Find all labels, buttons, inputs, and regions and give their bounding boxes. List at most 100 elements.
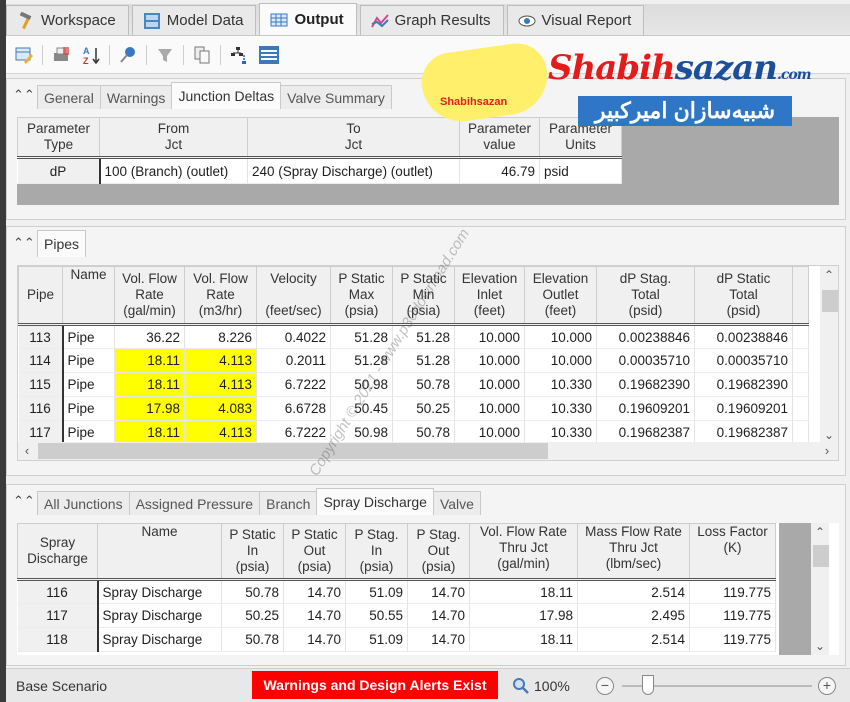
spray-vertical-scrollbar[interactable]: ⌃ ⌄ [811,523,829,655]
col-header[interactable]: Vol. Flow Rate (gal/min) [114,266,185,325]
magnifier-icon [513,678,529,694]
col-header[interactable]: P Stag. Out (psia) [407,523,470,580]
filter-button[interactable] [153,43,177,67]
col-header[interactable]: Mass Flow Rate Thru Jct (lbm/sec) [577,523,690,580]
table-row[interactable]: dP 100 (Branch) (outlet) 240 (Spray Disc… [17,157,622,184]
cell-ps-in: 50.25 [221,603,284,628]
col-header[interactable]: Pipe [18,266,63,325]
copy-button[interactable] [190,43,214,67]
table-row[interactable]: 114 Pipe 18.11 4.113 0.2011 51.28 51.28 10.000 1… [18,348,809,373]
cell-ps-max: 50.98 [330,372,393,397]
cell-elev-in: 10.000 [454,372,525,397]
col-header[interactable]: P Static Max (psia) [330,266,393,325]
cell-ps-min: 50.78 [392,420,455,445]
cell-ps-min: 51.28 [392,324,455,349]
pipes-panel: ⌃⌃ Pipes Pipe Name Vol. Flow Rate (gal/min) V… [6,226,846,476]
hierarchy-icon [231,46,246,64]
tab-output[interactable]: Output [259,3,357,35]
table-row[interactable]: 117 Pipe 18.11 4.113 6.7222 50.98 50.78 10.000 1… [18,420,809,445]
table-row[interactable]: 118 Spray Discharge 50.78 14.70 51.09 14.70 18… [17,627,776,652]
col-header[interactable]: dP Static Total (psid) [694,266,793,325]
scenario-label[interactable]: Base Scenario [16,678,107,694]
scroll-thumb[interactable] [822,290,838,312]
toolbar-separator [183,44,184,65]
col-header[interactable]: P Static In (psia) [221,523,284,580]
tab-workspace[interactable]: Workspace [6,5,129,35]
scroll-right-icon[interactable]: › [818,442,836,460]
cell-name: Spray Discharge [97,627,222,652]
cell-elev-out: 10.330 [524,420,597,445]
subtab-branch[interactable]: Branch [259,491,318,515]
print-button[interactable] [49,43,73,67]
col-header[interactable]: P Stag. In (psia) [345,523,408,580]
subtab-warnings[interactable]: Warnings [99,85,173,109]
table-row[interactable]: 115 Pipe 18.11 4.113 6.7222 50.98 50.78 10.000 1… [18,372,809,397]
col-header[interactable]: Name [97,523,222,580]
tab-visual-report[interactable]: Visual Report [506,5,645,35]
toolbar-separator [146,44,147,65]
sort-button[interactable]: AZ [79,43,103,67]
tab-model-data[interactable]: Model Data [131,5,257,35]
col-header[interactable]: Vol. Flow Rate (m3/hr) [184,266,257,325]
grid-empty-area [779,523,811,655]
scroll-thumb[interactable] [38,443,548,459]
table-row[interactable]: 116 Pipe 17.98 4.083 6.6728 50.45 50.25 10.000 1… [18,396,809,421]
scroll-up-icon[interactable]: ⌃ [811,523,829,541]
col-header[interactable]: Name [62,266,115,325]
scroll-left-icon[interactable]: ‹ [18,442,36,460]
col-header[interactable]: Spray Discharge [17,523,98,580]
zoom-in-button[interactable]: + [818,677,836,695]
hierarchy-button[interactable] [227,43,251,67]
col-header[interactable]: To Jct [247,117,460,158]
cell-ps-max: 50.45 [330,396,393,421]
zoom-slider-thumb[interactable] [642,675,654,695]
col-header[interactable]: Parameter value [459,117,540,158]
col-header[interactable]: P Static Min (psia) [392,266,455,325]
edit-output-button[interactable] [12,43,36,67]
table-row[interactable]: 116 Spray Discharge 50.78 14.70 51.09 14.70 18… [17,579,776,604]
row-header: 116 [17,579,99,604]
col-header[interactable]: Elevation Inlet (feet) [454,266,525,325]
table-row[interactable]: 113 Pipe 36.22 8.226 0.4022 51.28 51.28 10.000 1… [18,324,809,349]
scroll-up-icon[interactable]: ⌃ [820,266,838,284]
zoom-out-button[interactable]: − [596,677,614,695]
subtab-assigned-pressure[interactable]: Assigned Pressure [128,491,261,515]
subtab-general[interactable]: General [37,85,101,109]
cell-pst-out: 14.70 [407,603,470,628]
tab-graph-results[interactable]: Graph Results [359,5,504,35]
col-header[interactable]: P Static Out (psia) [283,523,346,580]
cell-pst-out: 14.70 [407,627,470,652]
subtab-spray-discharge[interactable]: Spray Discharge [316,488,434,515]
subtab-valve[interactable]: Valve [432,491,481,515]
subtab-pipes[interactable]: Pipes [37,230,87,257]
pipes-vertical-scrollbar[interactable]: ⌃ ⌄ [820,266,838,444]
pipes-horizontal-scrollbar[interactable]: ‹ › [18,442,838,460]
col-header[interactable]: Parameter Units [539,117,622,158]
subtab-valve-summary[interactable]: Valve Summary [280,85,392,109]
col-header[interactable]: Vol. Flow Rate Thru Jct (gal/min) [469,523,578,580]
col-header[interactable]: Loss Factor (K) [689,523,776,580]
subtab-all-junctions[interactable]: All Junctions [37,491,130,515]
col-header[interactable]: Velocity (feet/sec) [256,266,331,325]
scroll-thumb[interactable] [813,545,829,567]
model-data-icon [143,12,160,29]
cell-pst-in: 51.09 [345,627,408,652]
cell-name: Spray Discharge [97,603,222,628]
col-header[interactable]: dP Stag. Total (psid) [596,266,695,325]
scroll-down-icon[interactable]: ⌄ [811,637,829,655]
table-row[interactable]: 117 Spray Discharge 50.25 14.70 50.55 14.70 17… [17,603,776,628]
col-header[interactable]: Parameter Type [17,117,100,158]
warnings-alert-badge[interactable]: Warnings and Design Alerts Exist [252,671,498,699]
toolbar-separator [42,44,43,65]
cell-ps-in: 50.78 [221,627,284,652]
col-header[interactable]: From Jct [99,117,248,158]
zoom-value: 100% [534,678,570,694]
subtab-junction-deltas[interactable]: Junction Deltas [171,82,282,109]
list-view-button[interactable] [257,43,281,67]
pin-button[interactable] [116,43,140,67]
cell-ps-max: 50.98 [330,420,393,445]
cell-vfr-gpm: 36.22 [114,324,185,349]
col-header[interactable]: Elevation Outlet (feet) [524,266,597,325]
cell-ps-out: 14.70 [283,627,346,652]
cell-ps-max: 51.28 [330,324,393,349]
